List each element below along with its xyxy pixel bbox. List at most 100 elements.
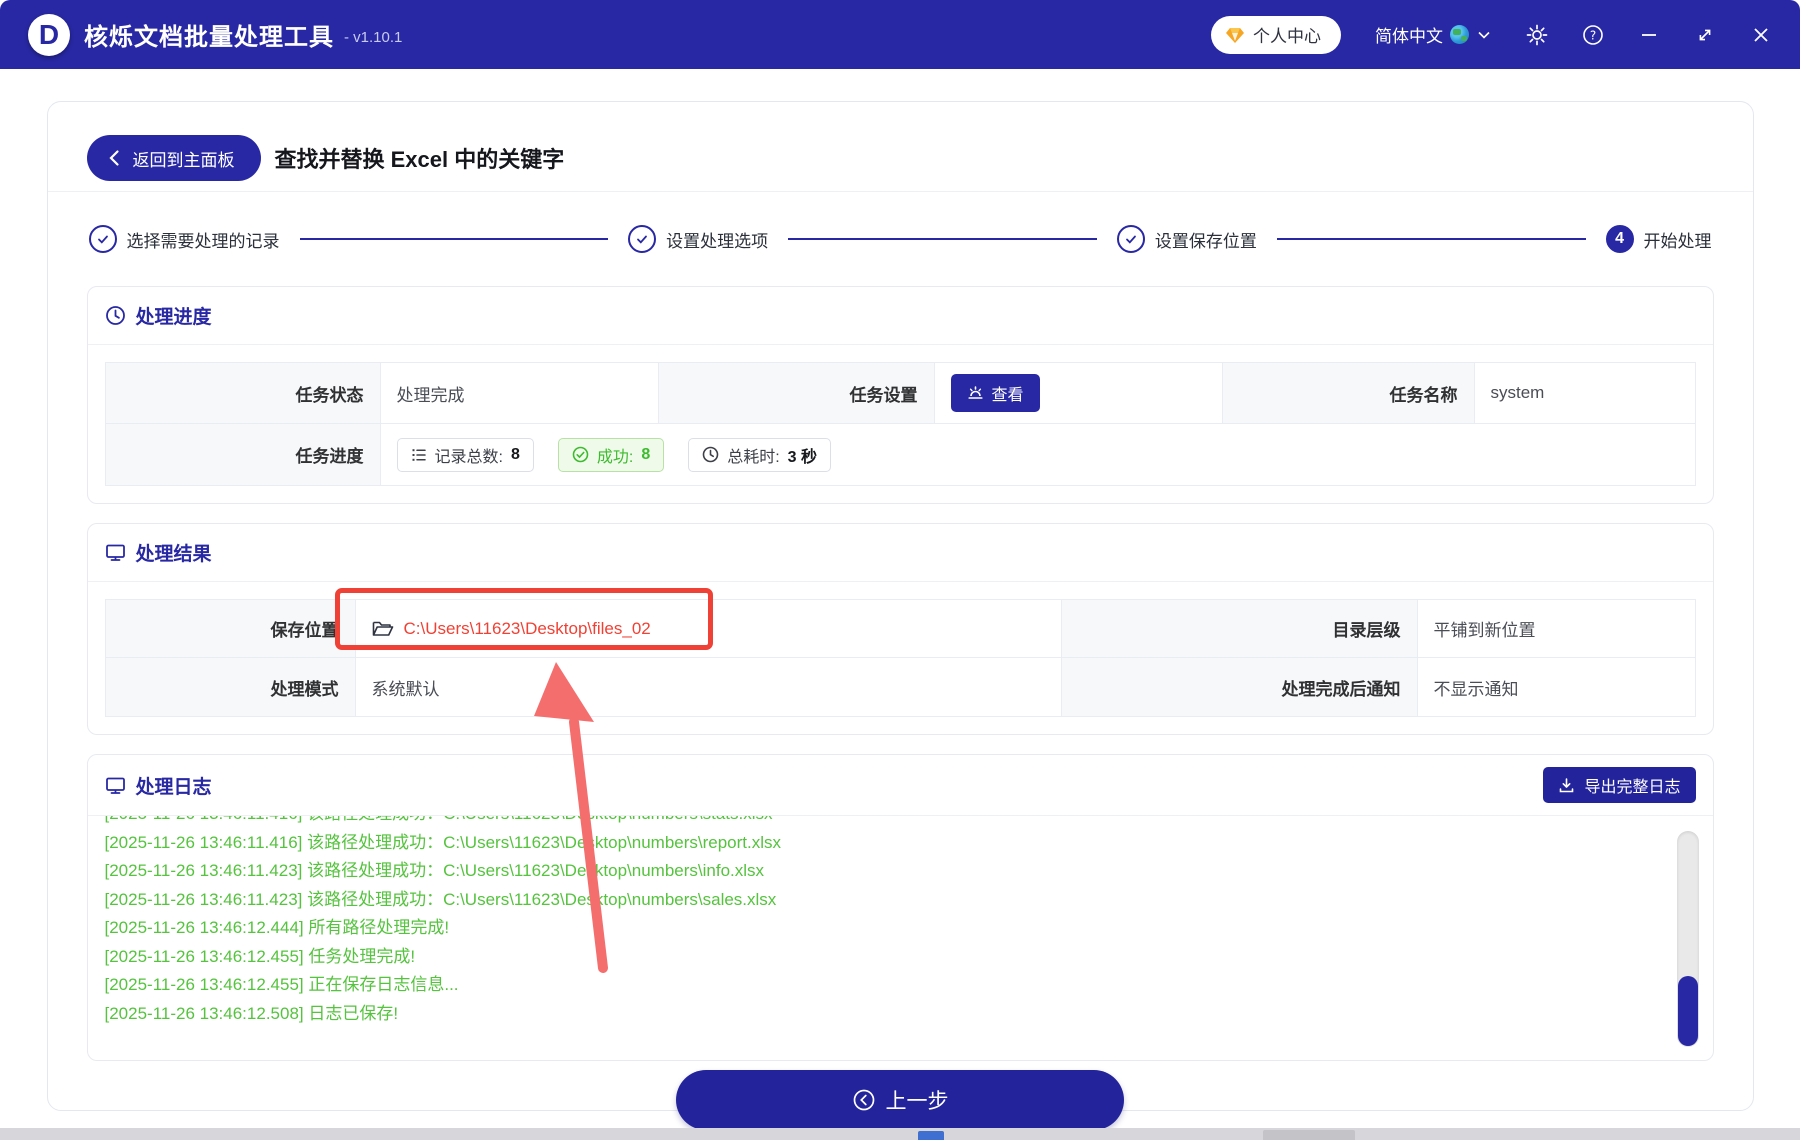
step-connector — [299, 238, 609, 240]
page-title: 查找并替换 Excel 中的关键字 — [274, 147, 565, 172]
task-progress-cell: 记录总数: 8 成功: 8 总耗时: 3 秒 — [381, 424, 1695, 485]
app-title: 核烁文档批量处理工具 — [84, 24, 334, 51]
taskbar-fragment — [918, 1131, 944, 1140]
result-section-title: 处理结果 — [135, 544, 212, 565]
log-line: [2025-11-26 13:46:12.444] 所有路径处理完成! — [104, 918, 450, 937]
divider — [87, 581, 1713, 582]
help-icon: ? — [1583, 24, 1603, 45]
main-panel: 返回到主面板 查找并替换 Excel 中的关键字 选择需要处理的记录 设置处理选… — [46, 101, 1754, 1130]
log-scrollbar-thumb[interactable] — [1677, 976, 1698, 1046]
taskbar-strip — [0, 1128, 1800, 1140]
minimize-button[interactable] — [1638, 24, 1660, 46]
step-save-location: 设置保存位置 — [1116, 225, 1257, 253]
view-button-label: 查看 — [991, 387, 1024, 404]
success-count-value: 8 — [641, 445, 651, 463]
export-log-button[interactable]: 导出完整日志 — [1543, 767, 1696, 803]
gem-icon — [1226, 27, 1244, 43]
step-start-processing: 4 开始处理 — [1605, 225, 1712, 253]
save-location-label: 保存位置 — [105, 600, 356, 658]
result-section: 处理结果 保存位置 C:\Users\11623\Desktop\files_0… — [86, 523, 1714, 735]
step-connector — [1276, 238, 1586, 240]
app-logo-letter: D — [38, 18, 60, 50]
app-logo: D — [28, 13, 70, 56]
window-body: 返回到主面板 查找并替换 Excel 中的关键字 选择需要处理的记录 设置处理选… — [0, 69, 1800, 1130]
svg-text:?: ? — [1590, 28, 1596, 42]
notify-label: 处理完成后通知 — [1061, 658, 1418, 716]
task-name-label: 任务名称 — [1222, 363, 1475, 424]
chevron-left-icon — [108, 150, 119, 166]
directory-level-label: 目录层级 — [1061, 600, 1418, 658]
step2-label: 设置处理选项 — [666, 231, 769, 251]
step4-number-badge: 4 — [1605, 225, 1634, 253]
expand-icon — [1699, 29, 1711, 40]
app-version: - v1.10.1 — [344, 29, 403, 46]
log-line: [2025-11-26 13:46:11.423] 该路径处理成功：C:\Use… — [104, 889, 777, 909]
progress-section-title: 处理进度 — [135, 307, 212, 328]
task-settings-label: 任务设置 — [658, 363, 935, 424]
page-header: 返回到主面板 查找并替换 Excel 中的关键字 — [86, 102, 1714, 191]
clock-icon — [702, 446, 719, 463]
globe-icon — [1450, 25, 1469, 44]
taskbar-fragment — [1263, 1130, 1355, 1140]
footer: 上一步 — [87, 1070, 1714, 1130]
previous-step-button[interactable]: 上一步 — [676, 1070, 1124, 1130]
maximize-button[interactable] — [1694, 24, 1716, 46]
result-section-header: 处理结果 — [88, 524, 1713, 581]
titlebar: D 核烁文档批量处理工具 - v1.10.1 个人中心 简体中文 ? — [0, 0, 1800, 69]
success-count-badge: 成功: 8 — [557, 437, 665, 472]
log-line: [2025-11-26 13:46:11.416] 该路径处理成功：C:\Use… — [104, 832, 782, 852]
user-center-button[interactable]: 个人中心 — [1211, 15, 1341, 54]
close-button[interactable] — [1750, 24, 1772, 46]
minimize-icon — [1642, 33, 1656, 36]
list-icon — [412, 448, 426, 461]
close-icon — [1754, 27, 1768, 42]
step-select-records: 选择需要处理的记录 — [88, 225, 280, 253]
save-location-cell[interactable]: C:\Users\11623\Desktop\files_02 — [355, 600, 1062, 658]
task-status-label: 任务状态 — [105, 363, 381, 424]
log-line: [2025-11-26 13:46:11.416] 该路径处理成功：C:\Use… — [105, 816, 1696, 829]
step-indicator: 选择需要处理的记录 设置处理选项 设置保存位置 4 开始处理 — [87, 192, 1714, 286]
log-section-title: 处理日志 — [135, 776, 212, 798]
circle-left-icon — [853, 1089, 874, 1111]
task-name-value: system — [1474, 363, 1695, 424]
step3-check-icon — [1116, 225, 1145, 253]
process-mode-value: 系统默认 — [356, 658, 1062, 716]
download-icon — [1560, 777, 1574, 792]
task-status-value: 处理完成 — [380, 363, 659, 424]
process-mode-label: 处理模式 — [105, 658, 356, 716]
language-selector[interactable]: 简体中文 — [1375, 22, 1492, 47]
previous-step-label: 上一步 — [885, 1090, 949, 1113]
log-scrollbar-track[interactable] — [1676, 831, 1699, 1047]
language-label: 简体中文 — [1375, 27, 1443, 46]
elapsed-time-label: 总耗时: — [727, 448, 780, 466]
record-count-label: 记录总数: — [434, 448, 503, 466]
folder-open-icon — [372, 621, 393, 636]
check-circle-icon — [572, 446, 589, 463]
step2-check-icon — [628, 225, 657, 253]
notify-value: 不显示通知 — [1433, 679, 1519, 699]
view-icon — [967, 385, 983, 399]
step-process-options: 设置处理选项 — [628, 225, 768, 253]
back-button-label: 返回到主面板 — [132, 150, 235, 170]
view-settings-button[interactable]: 查看 — [950, 374, 1040, 412]
step1-label: 选择需要处理的记录 — [126, 231, 280, 251]
settings-button[interactable] — [1526, 24, 1548, 46]
log-section: 处理日志 导出完整日志 [2025-11-26 13:46:11.416] 该路… — [86, 754, 1714, 1061]
gear-icon — [1526, 24, 1548, 45]
progress-section: 处理进度 任务状态 处理完成 任务设置 查看 任务名称 system 任务进度 … — [86, 286, 1714, 504]
log-section-header: 处理日志 导出完整日志 — [88, 755, 1713, 815]
user-center-label: 个人中心 — [1253, 27, 1321, 46]
success-count-label: 成功: — [596, 448, 634, 466]
log-output[interactable]: [2025-11-26 13:46:11.416] 该路径处理成功：C:\Use… — [88, 816, 1713, 1060]
help-button[interactable]: ? — [1582, 24, 1604, 46]
log-line: [2025-11-26 13:46:12.455] 任务处理完成! — [104, 946, 416, 966]
task-settings-cell: 查看 — [934, 363, 1223, 424]
progress-section-header: 处理进度 — [88, 287, 1713, 344]
back-to-dashboard-button[interactable]: 返回到主面板 — [86, 135, 261, 181]
log-line: [2025-11-26 13:46:11.423] 该路径处理成功：C:\Use… — [104, 861, 765, 880]
save-location-path[interactable]: C:\Users\11623\Desktop\files_02 — [404, 619, 651, 639]
log-title-wrap: 处理日志 — [105, 769, 212, 802]
task-progress-label: 任务进度 — [105, 424, 381, 485]
record-count-value: 8 — [510, 445, 520, 463]
elapsed-time-badge: 总耗时: 3 秒 — [688, 437, 832, 472]
